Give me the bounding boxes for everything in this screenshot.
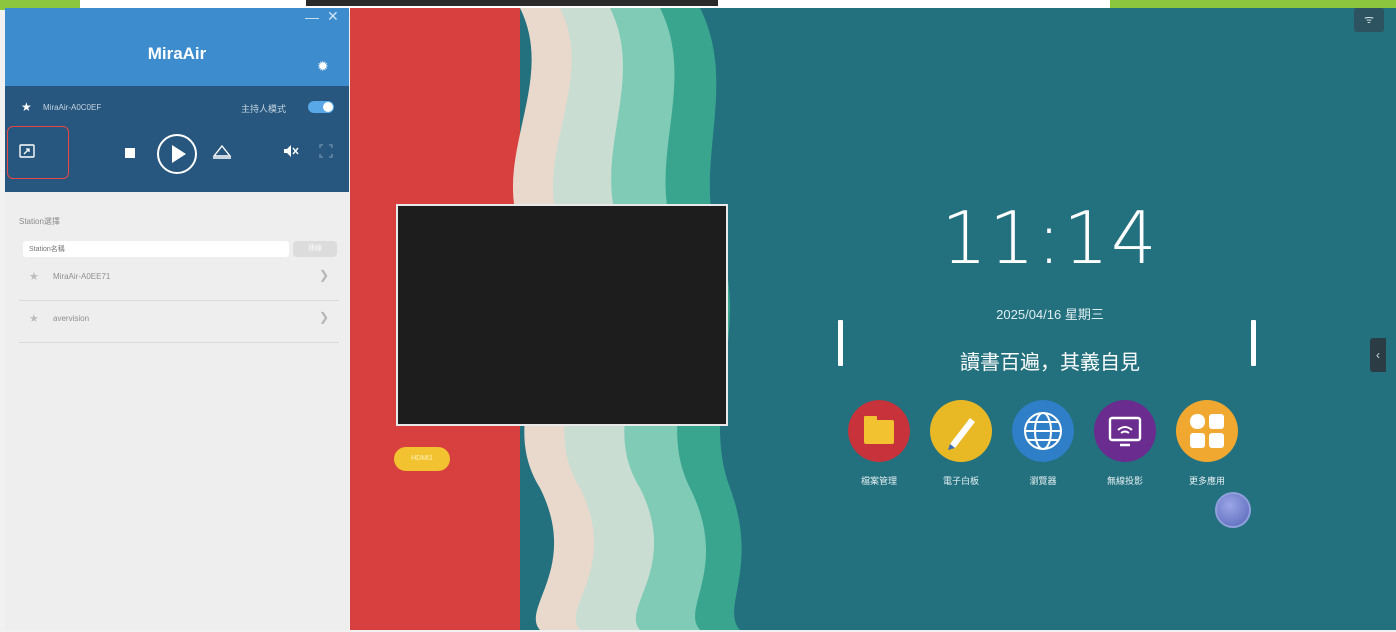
device-name: MiraAir-A0C0EF xyxy=(43,103,102,112)
cast-screen-icon[interactable] xyxy=(211,142,233,162)
favorite-star-icon[interactable]: ★ xyxy=(29,270,39,283)
favorite-star-icon[interactable]: ★ xyxy=(21,100,32,114)
floating-assistive-ball[interactable] xyxy=(1215,492,1251,528)
app-label-browser: 瀏覽器 xyxy=(1029,476,1057,486)
station-name: avervision xyxy=(53,314,90,323)
station-list-item[interactable]: ★ MiraAir-A0EE71 ❯ xyxy=(19,260,339,301)
play-icon[interactable] xyxy=(156,133,198,175)
station-list-item[interactable]: ★ avervision ❯ xyxy=(19,302,339,343)
more-apps-icon[interactable] xyxy=(1176,400,1238,462)
folder-icon[interactable] xyxy=(848,400,910,462)
app-label-file-manager: 檔案管理 xyxy=(860,476,897,486)
station-search-input[interactable] xyxy=(23,241,289,257)
whiteboard-pen-icon[interactable] xyxy=(930,400,992,462)
app-title: MiraAir xyxy=(147,44,207,63)
host-mode-toggle[interactable] xyxy=(308,101,334,113)
hdmi-source-badge[interactable]: HDMI1 xyxy=(394,447,450,471)
minimize-button[interactable]: — xyxy=(305,9,319,25)
app-label-wireless-projection: 無線投影 xyxy=(1106,476,1143,486)
favorite-star-icon[interactable]: ★ xyxy=(29,312,39,325)
clock: 11:14 xyxy=(941,196,1159,280)
wireless-projection-icon[interactable] xyxy=(1094,400,1156,462)
date-text: 2025/04/16 星期三 xyxy=(996,307,1104,322)
side-panel-tab[interactable]: ‹ xyxy=(1370,338,1386,372)
stop-icon[interactable] xyxy=(125,148,135,158)
station-select-label: Station選擇 xyxy=(19,217,60,226)
hdmi-preview-window[interactable] xyxy=(396,204,728,426)
close-button[interactable]: ✕ xyxy=(327,8,339,25)
station-name: MiraAir-A0EE71 xyxy=(53,272,111,281)
wifi-icon[interactable]: ᯤ xyxy=(1354,8,1384,32)
connect-arrow-icon[interactable]: ❯ xyxy=(319,268,329,282)
fullscreen-icon[interactable] xyxy=(319,144,333,158)
connect-arrow-icon[interactable]: ❯ xyxy=(319,310,329,324)
mute-icon[interactable] xyxy=(283,144,299,158)
settings-gear-icon[interactable]: ✹ xyxy=(317,58,329,75)
motto-text: 讀書百遍，其義自見 xyxy=(960,352,1140,374)
globe-icon[interactable] xyxy=(1012,400,1074,462)
app-label-whiteboard: 電子白板 xyxy=(942,476,979,486)
app-label-more-apps: 更多應用 xyxy=(1188,476,1225,486)
left-divider xyxy=(838,320,843,366)
miraair-panel: — ✕ MiraAir ✹ ★ MiraAir-A0C0EF 主持人模式 Sta… xyxy=(5,8,349,630)
screen-share-highlight xyxy=(7,126,69,179)
station-connect-button[interactable]: 連線 xyxy=(293,241,337,257)
right-divider xyxy=(1251,320,1256,366)
top-strip-center xyxy=(306,0,718,6)
host-mode-label: 主持人模式 xyxy=(241,104,287,114)
panel-header: — ✕ MiraAir ✹ xyxy=(5,8,349,86)
